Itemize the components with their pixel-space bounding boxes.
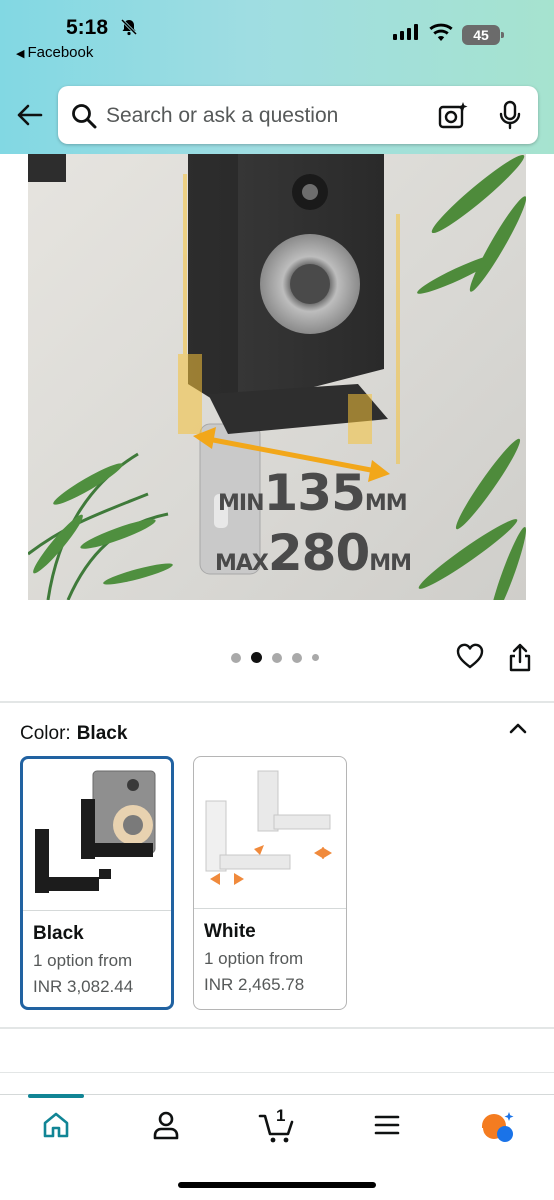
min-size-label: MIN135MM xyxy=(218,464,408,522)
max-value: 280 xyxy=(267,524,370,582)
wifi-icon xyxy=(428,23,454,48)
selected-color: Black xyxy=(76,723,128,744)
color-selector-header: Color: Black xyxy=(20,723,127,745)
product-image[interactable]: MIN135MM MAX280MM xyxy=(28,154,526,600)
carousel-dot[interactable] xyxy=(231,652,241,663)
min-unit: MM xyxy=(364,491,408,516)
min-prefix: MIN xyxy=(218,491,264,516)
status-time: 5:18 xyxy=(66,16,109,39)
section-divider xyxy=(0,1027,554,1029)
max-prefix: MAX xyxy=(215,551,269,576)
min-value: 135 xyxy=(263,464,366,522)
search-bar[interactable]: Search or ask a question xyxy=(58,86,538,144)
max-size-label: MAX280MM xyxy=(215,524,412,582)
cart-count: 1 xyxy=(276,1106,286,1125)
back-to-app-link[interactable]: ◀ Facebook xyxy=(16,44,93,61)
search-input[interactable]: Search or ask a question xyxy=(106,104,338,128)
image-carousel-dots[interactable] xyxy=(231,652,319,663)
chevron-up-icon[interactable] xyxy=(508,720,528,741)
carousel-dot[interactable] xyxy=(272,652,282,663)
option-availability: 1 option from xyxy=(204,949,304,968)
cellular-signal-icon xyxy=(393,24,418,40)
option-name: White xyxy=(204,921,256,942)
color-option-white[interactable]: White 1 option from INR 2,465.78 xyxy=(193,756,347,1010)
option-availability: 1 option from xyxy=(33,951,133,970)
camera-search-icon[interactable] xyxy=(438,101,468,136)
account-icon[interactable] xyxy=(151,1110,181,1145)
black-bracket-image xyxy=(23,759,171,911)
search-icon xyxy=(70,102,98,135)
battery-indicator: 45 xyxy=(462,25,504,45)
rufus-icon[interactable] xyxy=(478,1110,514,1149)
home-indicator xyxy=(178,1182,376,1188)
section-divider xyxy=(0,1072,554,1073)
color-label: Color: xyxy=(20,723,71,744)
back-app-label: Facebook xyxy=(27,44,94,61)
active-tab-indicator xyxy=(28,1094,84,1098)
max-unit: MM xyxy=(369,551,412,576)
cart-icon[interactable]: 1 xyxy=(258,1106,298,1149)
silent-bell-icon xyxy=(120,18,138,41)
back-arrow-icon[interactable] xyxy=(14,100,44,130)
carousel-dot-active[interactable] xyxy=(251,652,262,663)
share-icon[interactable] xyxy=(508,642,532,677)
home-icon[interactable] xyxy=(41,1110,71,1145)
color-option-black[interactable]: Black 1 option from INR 3,082.44 xyxy=(20,756,174,1010)
wishlist-heart-icon[interactable] xyxy=(456,643,484,674)
white-bracket-image xyxy=(194,757,346,909)
section-divider xyxy=(0,701,554,703)
option-name: Black xyxy=(33,923,84,944)
carousel-dot[interactable] xyxy=(292,652,302,663)
microphone-icon[interactable] xyxy=(498,100,522,135)
menu-icon[interactable] xyxy=(374,1113,400,1142)
option-price: INR 2,465.78 xyxy=(204,975,305,994)
option-price: INR 3,082.44 xyxy=(33,977,134,996)
carousel-dot[interactable] xyxy=(312,654,319,661)
